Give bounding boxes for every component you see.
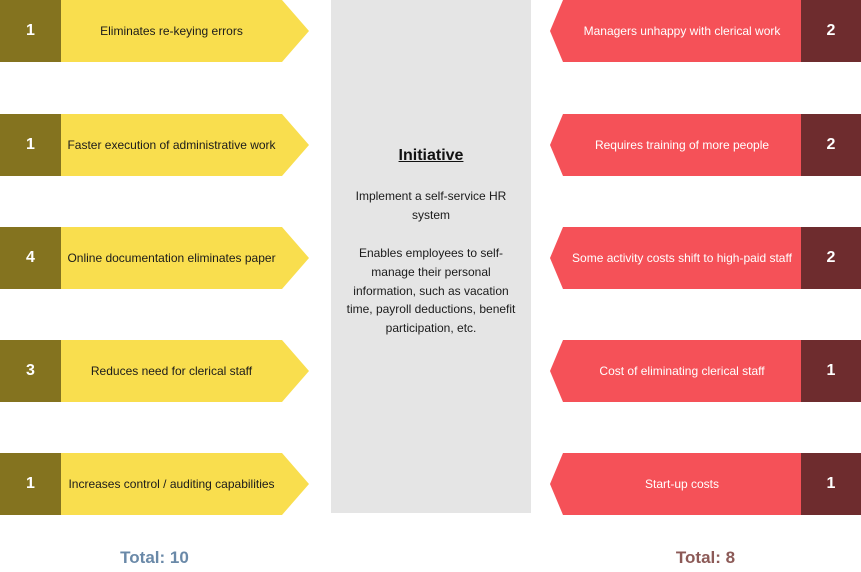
- pro-score: 3: [0, 340, 61, 402]
- con-score: 2: [801, 227, 861, 289]
- con-row[interactable]: Cost of eliminating clerical staff 1: [550, 340, 861, 402]
- pros-cons-diagram: 1 Eliminates re-keying errors 1 Faster e…: [0, 0, 861, 572]
- pro-score: 1: [0, 453, 61, 515]
- pro-row[interactable]: 3 Reduces need for clerical staff: [0, 340, 309, 402]
- initiative-summary: Implement a self-service HR system: [355, 189, 507, 222]
- con-label: Requires training of more people: [594, 137, 770, 152]
- initiative-panel: Initiative Implement a self-service HR s…: [331, 0, 531, 513]
- con-row[interactable]: Some activity costs shift to high-paid s…: [550, 227, 861, 289]
- con-row[interactable]: Managers unhappy with clerical work 2: [550, 0, 861, 62]
- pro-label: Eliminates re-keying errors: [100, 23, 243, 38]
- pro-row[interactable]: 4 Online documentation eliminates paper: [0, 227, 309, 289]
- pro-score: 1: [0, 114, 61, 176]
- con-score: 2: [801, 0, 861, 62]
- con-label: Some activity costs shift to high-paid s…: [572, 250, 792, 265]
- cons-total: Total: 8: [675, 548, 736, 567]
- con-label: Start-up costs: [644, 476, 720, 491]
- con-label: Managers unhappy with clerical work: [583, 23, 781, 38]
- con-score: 2: [801, 114, 861, 176]
- con-score: 1: [801, 340, 861, 402]
- con-score: 1: [801, 453, 861, 515]
- con-row[interactable]: Requires training of more people 2: [550, 114, 861, 176]
- pro-row[interactable]: 1 Faster execution of administrative wor…: [0, 114, 309, 176]
- initiative-title: Initiative: [398, 147, 464, 164]
- pro-label: Reduces need for clerical staff: [90, 363, 253, 378]
- pro-row[interactable]: 1 Eliminates re-keying errors: [0, 0, 309, 62]
- con-label: Cost of eliminating clerical staff: [599, 363, 765, 378]
- pro-label: Increases control / auditing capabilitie…: [68, 476, 275, 491]
- pros-total: Total: 10: [120, 548, 189, 567]
- pro-row[interactable]: 1 Increases control / auditing capabilit…: [0, 453, 309, 515]
- con-row[interactable]: Start-up costs 1: [550, 453, 861, 515]
- pro-score: 1: [0, 0, 61, 62]
- initiative-description: Enables employees to self-manage their p…: [346, 246, 516, 335]
- pro-score: 4: [0, 227, 61, 289]
- pro-label: Online documentation eliminates paper: [67, 250, 276, 265]
- pro-label: Faster execution of administrative work: [67, 137, 276, 152]
